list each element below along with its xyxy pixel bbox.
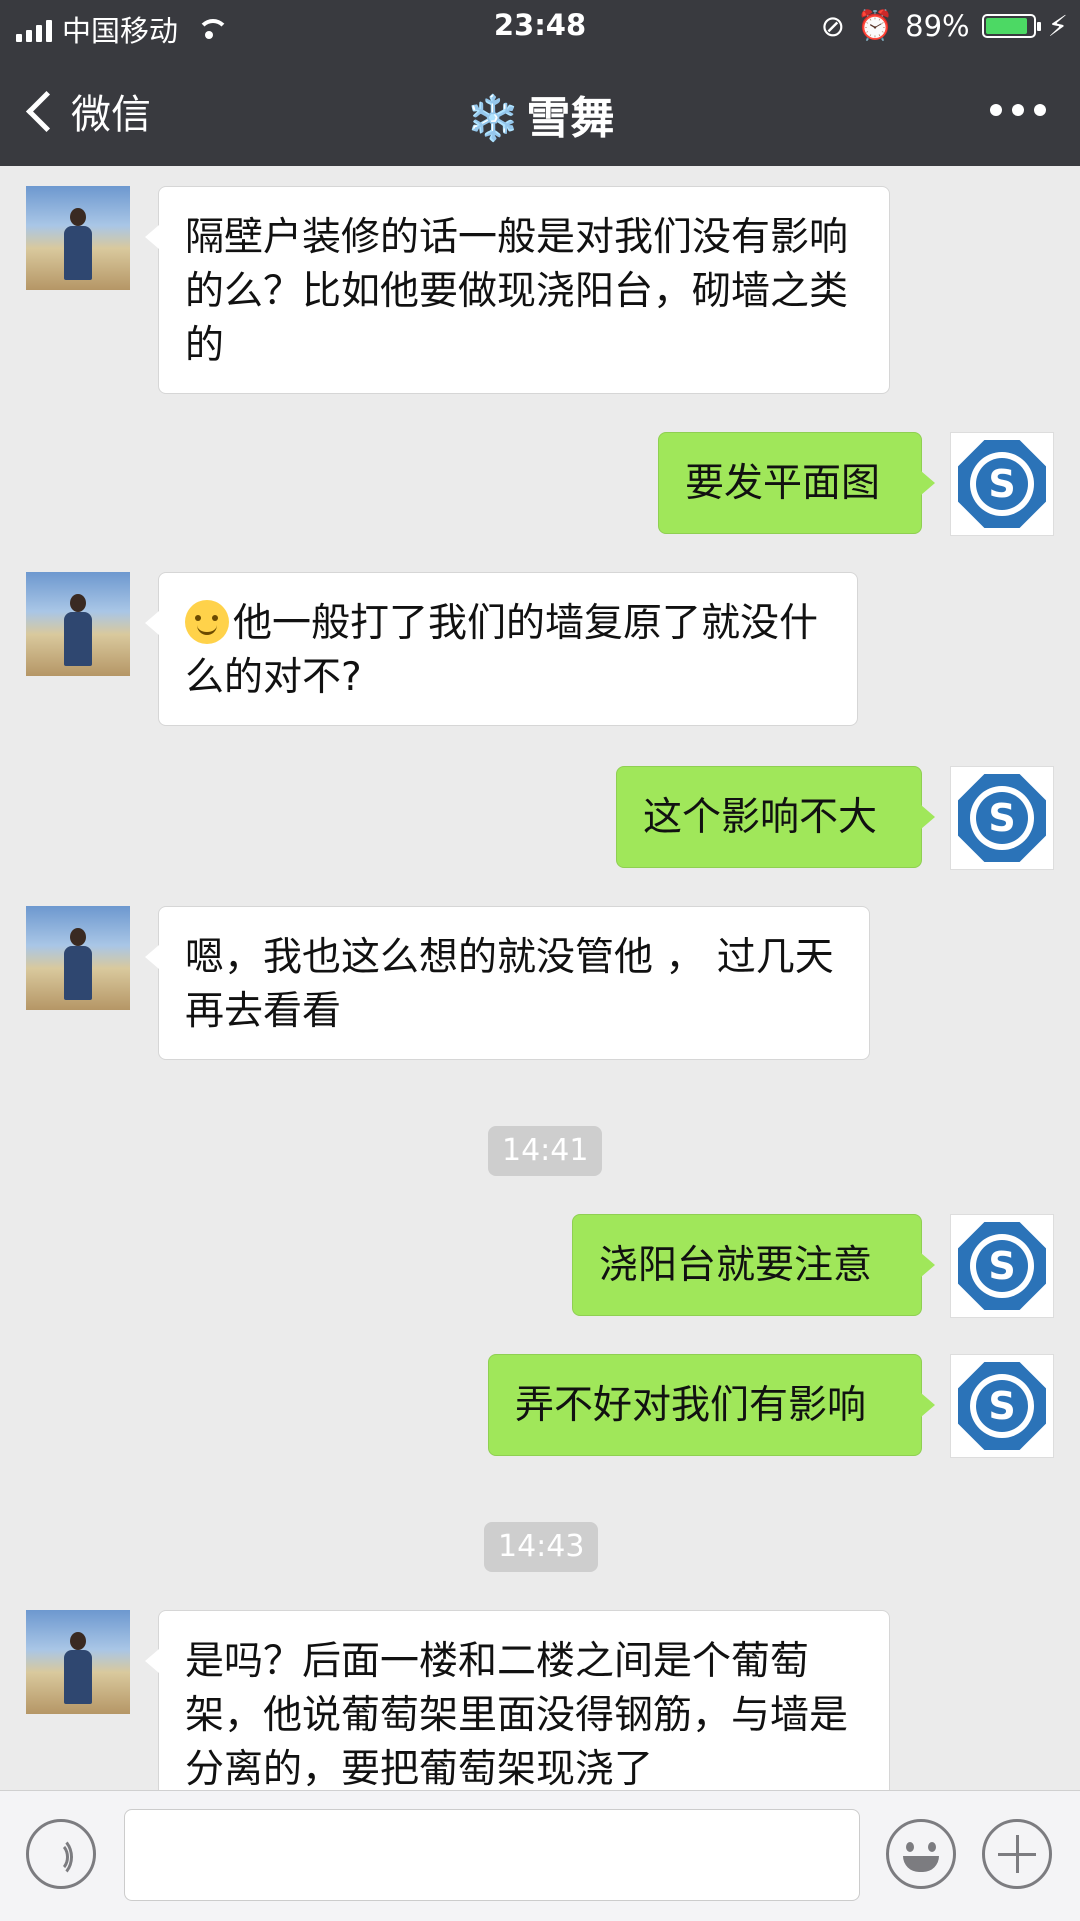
my-avatar[interactable]: S (950, 766, 1054, 870)
emoji-icon[interactable] (886, 1819, 956, 1889)
message-text: 要发平面图 (685, 461, 881, 506)
snowflake-emoji: ❄️ (465, 93, 521, 144)
contact-avatar[interactable] (26, 572, 130, 676)
chat-title-text: 雪舞 (526, 93, 615, 144)
message-incoming[interactable]: 是吗？后面一楼和二楼之间是个葡萄架，他说葡萄架里面没得钢筋，与墙是分离的，要把葡… (145, 1610, 890, 1818)
status-right: ⊘ ⏰ 89% ⚡ (821, 8, 1068, 43)
message-outgoing[interactable]: 浇阳台就要注意 (572, 1214, 935, 1316)
my-avatar[interactable]: S (950, 432, 1054, 536)
message-text: 隔壁户装修的话一般是对我们没有影响的么？比如他要做现浇阳台，砌墙之类的 (185, 215, 849, 368)
input-bar (0, 1790, 1080, 1921)
message-outgoing[interactable]: 弄不好对我们有影响 (488, 1354, 935, 1456)
message-text: 他一般打了我们的墙复原了就没什么的对不? (185, 601, 819, 700)
message-text: 弄不好对我们有影响 (515, 1383, 867, 1428)
message-text: 这个影响不大 (643, 795, 878, 840)
battery-percent: 89% (905, 8, 970, 43)
battery-fill (985, 17, 1027, 34)
message-incoming[interactable]: 他一般打了我们的墙复原了就没什么的对不? (145, 572, 858, 726)
nav-bar: 微信 ❄️ 雪舞 (0, 54, 1080, 166)
my-avatar[interactable]: S (950, 1214, 1054, 1318)
message-text: 是吗？后面一楼和二楼之间是个葡萄架，他说葡萄架里面没得钢筋，与墙是分离的，要把葡… (185, 1639, 849, 1792)
message-input[interactable] (124, 1809, 860, 1901)
battery-icon (981, 13, 1041, 38)
alarm-icon: ⏰ (857, 8, 894, 42)
contact-avatar[interactable] (26, 1610, 130, 1714)
contact-avatar[interactable] (26, 186, 130, 290)
smile-emoji-icon (185, 600, 229, 644)
chat-title: ❄️ 雪舞 (0, 82, 1080, 146)
message-text: 浇阳台就要注意 (599, 1243, 873, 1288)
voice-icon[interactable] (26, 1819, 96, 1889)
message-incoming[interactable]: 隔壁户装修的话一般是对我们没有影响的么？比如他要做现浇阳台，砌墙之类的 (145, 186, 890, 394)
timestamp: 14:43 (484, 1522, 599, 1572)
my-avatar[interactable]: S (950, 1354, 1054, 1458)
message-incoming[interactable]: 嗯，我也这么想的就没管他 ， 过几天再去看看 (145, 906, 870, 1060)
message-outgoing[interactable]: 这个影响不大 (616, 766, 935, 868)
timestamp: 14:41 (488, 1126, 603, 1176)
charging-icon: ⚡ (1047, 8, 1068, 43)
contact-avatar[interactable] (26, 906, 130, 1010)
rotation-lock-icon: ⊘ (820, 8, 846, 43)
message-text: 嗯，我也这么想的就没管他 ， 过几天再去看看 (185, 935, 834, 1034)
more-dots-icon[interactable] (990, 104, 1046, 116)
message-outgoing[interactable]: 要发平面图 (658, 432, 935, 534)
plus-icon[interactable] (982, 1819, 1052, 1889)
status-bar: 中国移动 23:48 ⊘ ⏰ 89% ⚡ (0, 0, 1080, 54)
